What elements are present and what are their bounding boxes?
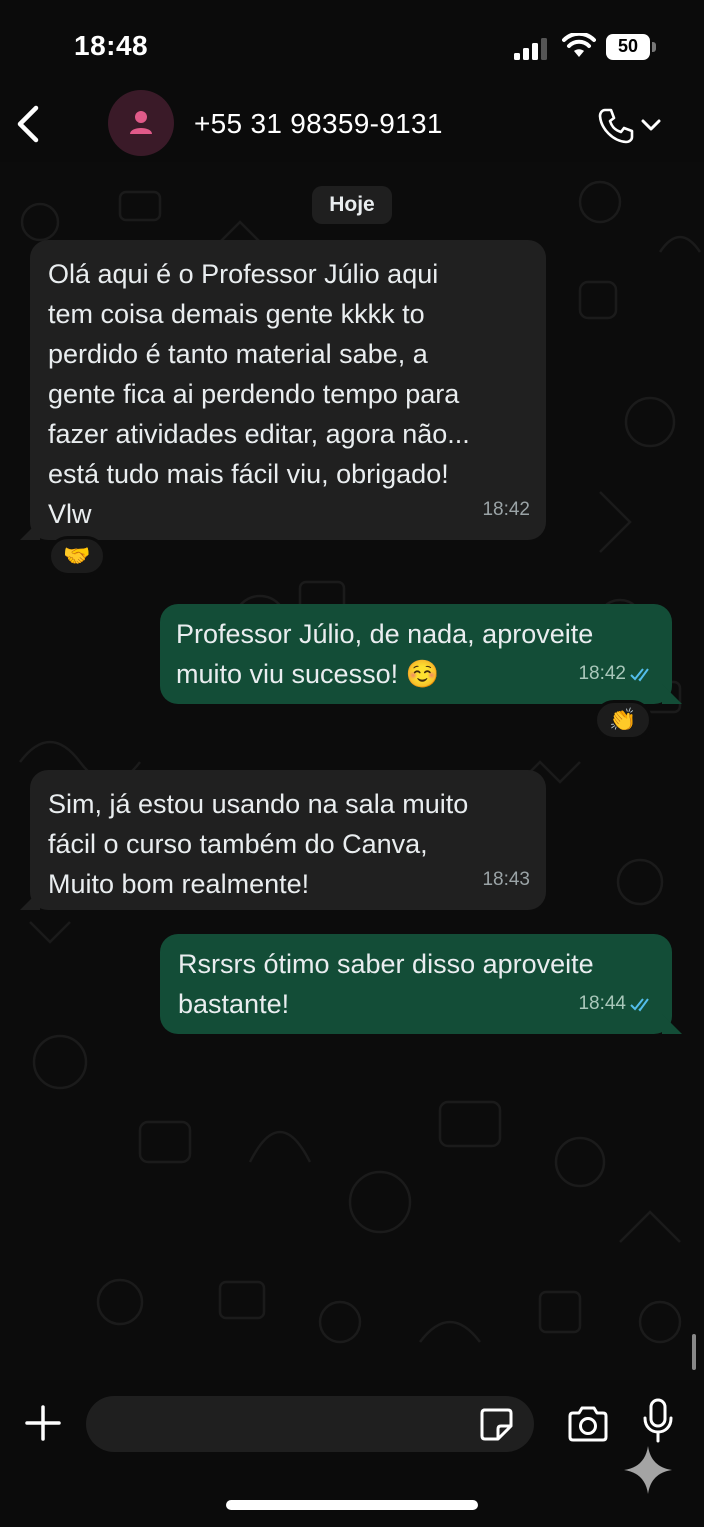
message-bubble-outgoing[interactable]: Professor Júlio, de nada, aproveite muit…	[160, 604, 682, 704]
signal-icon	[514, 38, 547, 60]
battery-icon: 50	[606, 34, 656, 60]
battery-cap	[652, 42, 656, 52]
message-meta: 18:44	[578, 984, 656, 1024]
message-meta: 18:42	[578, 654, 656, 694]
message-bubble-incoming[interactable]: Olá aqui é o Professor Júlio aqui tem co…	[20, 240, 546, 540]
bubble-tail	[20, 890, 40, 910]
call-icon[interactable]	[596, 106, 636, 146]
home-indicator[interactable]	[226, 1500, 478, 1510]
chevron-down-icon[interactable]	[640, 116, 662, 134]
message-reaction[interactable]: 👏	[594, 700, 652, 740]
message-meta: 18:43	[482, 860, 530, 900]
scroll-indicator[interactable]	[692, 1334, 696, 1370]
message-text: Sim, já estou usando na sala muito fácil…	[48, 789, 469, 899]
message-text: Olá aqui é o Professor Júlio aqui tem co…	[48, 259, 470, 529]
status-time: 18:48	[74, 30, 149, 61]
whatsapp-chat-screen: 18:48 50 +55 31 98359-9131 Hoje Olá aqui…	[0, 0, 704, 1527]
bubble-tail	[20, 520, 40, 540]
message-input[interactable]	[86, 1396, 534, 1452]
sticker-icon[interactable]	[478, 1406, 514, 1442]
message-time: 18:44	[578, 993, 626, 1014]
double-check-read-icon	[630, 668, 649, 682]
date-chip: Hoje	[312, 186, 392, 224]
contact-name[interactable]: +55 31 98359-9131	[194, 108, 443, 140]
avatar-person-icon	[130, 111, 152, 134]
message-time: 18:43	[482, 869, 530, 890]
camera-icon[interactable]	[566, 1404, 610, 1444]
status-bar: 18:48 50	[0, 0, 704, 90]
mic-icon[interactable]	[642, 1398, 674, 1444]
chat-area[interactable]: Hoje Olá aqui é o Professor Júlio aqui t…	[0, 162, 704, 1380]
bubble-tail	[662, 684, 682, 704]
back-icon[interactable]	[12, 104, 46, 144]
input-bar	[0, 1380, 704, 1527]
message-time: 18:42	[578, 663, 626, 684]
message-bubble-outgoing[interactable]: Rsrsrs ótimo saber disso aproveite basta…	[160, 934, 682, 1034]
avatar[interactable]	[108, 90, 174, 156]
wifi-icon	[562, 33, 596, 57]
message-bubble-incoming[interactable]: Sim, já estou usando na sala muito fácil…	[20, 770, 546, 910]
bubble-tail	[662, 1014, 682, 1034]
message-time: 18:42	[482, 499, 530, 520]
double-check-read-icon	[630, 998, 649, 1012]
battery-level: 50	[617, 36, 639, 56]
plus-icon[interactable]	[24, 1404, 62, 1442]
chat-header: +55 31 98359-9131	[0, 90, 704, 162]
message-meta: 18:42	[482, 490, 530, 530]
message-reaction[interactable]: 🤝	[48, 536, 106, 576]
sparkle-icon	[624, 1446, 672, 1494]
